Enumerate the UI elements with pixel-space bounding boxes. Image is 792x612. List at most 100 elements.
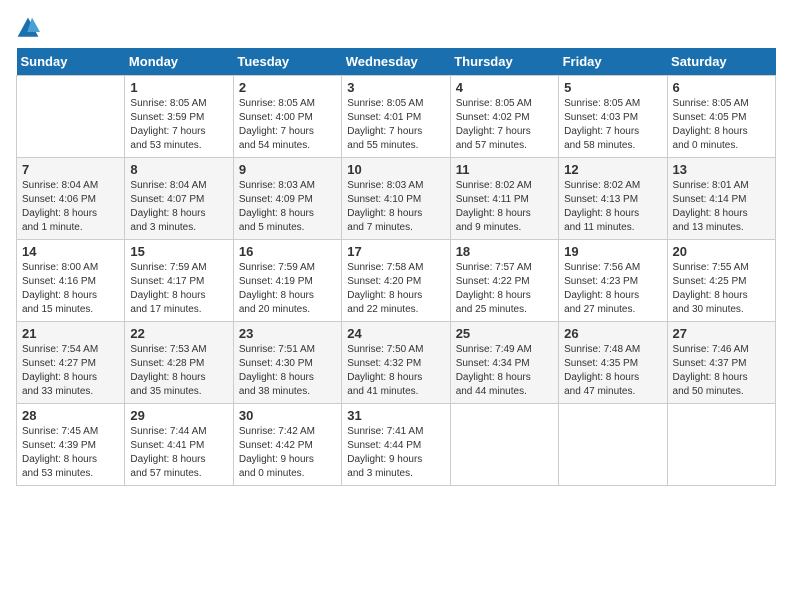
day-info: Sunrise: 8:05 AM Sunset: 3:59 PM Dayligh… — [130, 97, 227, 153]
day-info: Sunrise: 8:05 AM Sunset: 4:00 PM Dayligh… — [239, 97, 336, 153]
day-cell: 28 Sunrise: 7:45 AM Sunset: 4:39 PM Dayli… — [17, 404, 125, 486]
day-info: Sunrise: 7:41 AM Sunset: 4:44 PM Dayligh… — [347, 425, 444, 481]
page-header — [16, 16, 776, 40]
day-info: Sunrise: 8:03 AM Sunset: 4:10 PM Dayligh… — [347, 179, 444, 235]
day-info: Sunrise: 7:55 AM Sunset: 4:25 PM Dayligh… — [673, 261, 770, 317]
day-cell: 9 Sunrise: 8:03 AM Sunset: 4:09 PM Daylig… — [233, 158, 341, 240]
day-cell: 12Sunrise: 8:02 AM Sunset: 4:13 PM Dayli… — [559, 158, 667, 240]
calendar-table: SundayMondayTuesdayWednesdayThursdayFrid… — [16, 48, 776, 486]
col-header-saturday: Saturday — [667, 48, 775, 76]
day-info: Sunrise: 7:46 AM Sunset: 4:37 PM Dayligh… — [673, 343, 770, 399]
day-info: Sunrise: 8:05 AM Sunset: 4:05 PM Dayligh… — [673, 97, 770, 153]
day-info: Sunrise: 7:56 AM Sunset: 4:23 PM Dayligh… — [564, 261, 661, 317]
day-cell — [450, 404, 558, 486]
col-header-friday: Friday — [559, 48, 667, 76]
day-number: 2 — [239, 80, 336, 95]
day-info: Sunrise: 7:54 AM Sunset: 4:27 PM Dayligh… — [22, 343, 119, 399]
day-cell: 31 Sunrise: 7:41 AM Sunset: 4:44 PM Dayli… — [342, 404, 450, 486]
day-cell — [667, 404, 775, 486]
col-header-sunday: Sunday — [17, 48, 125, 76]
day-info: Sunrise: 8:03 AM Sunset: 4:09 PM Dayligh… — [239, 179, 336, 235]
week-row-3: 14 Sunrise: 8:00 AM Sunset: 4:16 PM Dayli… — [17, 240, 776, 322]
week-row-2: 7 Sunrise: 8:04 AM Sunset: 4:06 PM Daylig… — [17, 158, 776, 240]
day-cell: 16 Sunrise: 7:59 AM Sunset: 4:19 PM Dayli… — [233, 240, 341, 322]
logo-icon — [16, 16, 40, 40]
day-cell: 8 Sunrise: 8:04 AM Sunset: 4:07 PM Daylig… — [125, 158, 233, 240]
day-info: Sunrise: 7:51 AM Sunset: 4:30 PM Dayligh… — [239, 343, 336, 399]
day-cell: 22 Sunrise: 7:53 AM Sunset: 4:28 PM Dayli… — [125, 322, 233, 404]
day-number: 7 — [22, 162, 119, 177]
day-number: 15 — [130, 244, 227, 259]
day-number: 8 — [130, 162, 227, 177]
day-cell: 30 Sunrise: 7:42 AM Sunset: 4:42 PM Dayli… — [233, 404, 341, 486]
day-info: Sunrise: 8:04 AM Sunset: 4:06 PM Dayligh… — [22, 179, 119, 235]
logo — [16, 16, 44, 40]
day-number: 25 — [456, 326, 553, 341]
day-cell: 27 Sunrise: 7:46 AM Sunset: 4:37 PM Dayli… — [667, 322, 775, 404]
day-number: 31 — [347, 408, 444, 423]
day-number: 1 — [130, 80, 227, 95]
day-number: 23 — [239, 326, 336, 341]
day-cell: 25 Sunrise: 7:49 AM Sunset: 4:34 PM Dayli… — [450, 322, 558, 404]
day-cell: 10 Sunrise: 8:03 AM Sunset: 4:10 PM Dayli… — [342, 158, 450, 240]
day-cell: 13Sunrise: 8:01 AM Sunset: 4:14 PM Dayli… — [667, 158, 775, 240]
day-cell: 1 Sunrise: 8:05 AM Sunset: 3:59 PM Daylig… — [125, 76, 233, 158]
day-info: Sunrise: 7:45 AM Sunset: 4:39 PM Dayligh… — [22, 425, 119, 481]
day-info: Sunrise: 8:05 AM Sunset: 4:03 PM Dayligh… — [564, 97, 661, 153]
day-number: 21 — [22, 326, 119, 341]
day-number: 24 — [347, 326, 444, 341]
day-cell: 3Sunrise: 8:05 AM Sunset: 4:01 PM Daylig… — [342, 76, 450, 158]
day-cell: 17 Sunrise: 7:58 AM Sunset: 4:20 PM Dayli… — [342, 240, 450, 322]
week-row-4: 21 Sunrise: 7:54 AM Sunset: 4:27 PM Dayli… — [17, 322, 776, 404]
day-number: 19 — [564, 244, 661, 259]
day-cell: 2 Sunrise: 8:05 AM Sunset: 4:00 PM Daylig… — [233, 76, 341, 158]
day-cell: 23 Sunrise: 7:51 AM Sunset: 4:30 PM Dayli… — [233, 322, 341, 404]
day-info: Sunrise: 7:58 AM Sunset: 4:20 PM Dayligh… — [347, 261, 444, 317]
day-info: Sunrise: 7:49 AM Sunset: 4:34 PM Dayligh… — [456, 343, 553, 399]
day-cell — [17, 76, 125, 158]
day-cell: 15Sunrise: 7:59 AM Sunset: 4:17 PM Dayli… — [125, 240, 233, 322]
day-number: 3 — [347, 80, 444, 95]
header-row: SundayMondayTuesdayWednesdayThursdayFrid… — [17, 48, 776, 76]
day-cell: 5 Sunrise: 8:05 AM Sunset: 4:03 PM Daylig… — [559, 76, 667, 158]
day-cell: 26Sunrise: 7:48 AM Sunset: 4:35 PM Dayli… — [559, 322, 667, 404]
day-number: 16 — [239, 244, 336, 259]
day-number: 27 — [673, 326, 770, 341]
day-number: 22 — [130, 326, 227, 341]
day-info: Sunrise: 7:50 AM Sunset: 4:32 PM Dayligh… — [347, 343, 444, 399]
day-info: Sunrise: 8:00 AM Sunset: 4:16 PM Dayligh… — [22, 261, 119, 317]
col-header-wednesday: Wednesday — [342, 48, 450, 76]
day-cell: 11 Sunrise: 8:02 AM Sunset: 4:11 PM Dayli… — [450, 158, 558, 240]
col-header-monday: Monday — [125, 48, 233, 76]
col-header-thursday: Thursday — [450, 48, 558, 76]
day-info: Sunrise: 7:42 AM Sunset: 4:42 PM Dayligh… — [239, 425, 336, 481]
day-cell — [559, 404, 667, 486]
day-number: 20 — [673, 244, 770, 259]
day-cell: 4 Sunrise: 8:05 AM Sunset: 4:02 PM Daylig… — [450, 76, 558, 158]
day-cell: 24 Sunrise: 7:50 AM Sunset: 4:32 PM Dayli… — [342, 322, 450, 404]
day-cell: 20 Sunrise: 7:55 AM Sunset: 4:25 PM Dayli… — [667, 240, 775, 322]
day-number: 29 — [130, 408, 227, 423]
day-number: 28 — [22, 408, 119, 423]
day-info: Sunrise: 8:02 AM Sunset: 4:11 PM Dayligh… — [456, 179, 553, 235]
day-info: Sunrise: 7:44 AM Sunset: 4:41 PM Dayligh… — [130, 425, 227, 481]
day-number: 14 — [22, 244, 119, 259]
day-info: Sunrise: 7:57 AM Sunset: 4:22 PM Dayligh… — [456, 261, 553, 317]
day-number: 30 — [239, 408, 336, 423]
day-info: Sunrise: 8:02 AM Sunset: 4:13 PM Dayligh… — [564, 179, 661, 235]
day-cell: 21 Sunrise: 7:54 AM Sunset: 4:27 PM Dayli… — [17, 322, 125, 404]
day-number: 10 — [347, 162, 444, 177]
day-info: Sunrise: 8:05 AM Sunset: 4:02 PM Dayligh… — [456, 97, 553, 153]
day-info: Sunrise: 8:04 AM Sunset: 4:07 PM Dayligh… — [130, 179, 227, 235]
day-number: 5 — [564, 80, 661, 95]
day-number: 17 — [347, 244, 444, 259]
col-header-tuesday: Tuesday — [233, 48, 341, 76]
day-info: Sunrise: 7:53 AM Sunset: 4:28 PM Dayligh… — [130, 343, 227, 399]
day-number: 13 — [673, 162, 770, 177]
day-number: 11 — [456, 162, 553, 177]
day-number: 4 — [456, 80, 553, 95]
day-number: 9 — [239, 162, 336, 177]
week-row-1: 1 Sunrise: 8:05 AM Sunset: 3:59 PM Daylig… — [17, 76, 776, 158]
day-info: Sunrise: 7:59 AM Sunset: 4:19 PM Dayligh… — [239, 261, 336, 317]
day-cell: 18Sunrise: 7:57 AM Sunset: 4:22 PM Dayli… — [450, 240, 558, 322]
